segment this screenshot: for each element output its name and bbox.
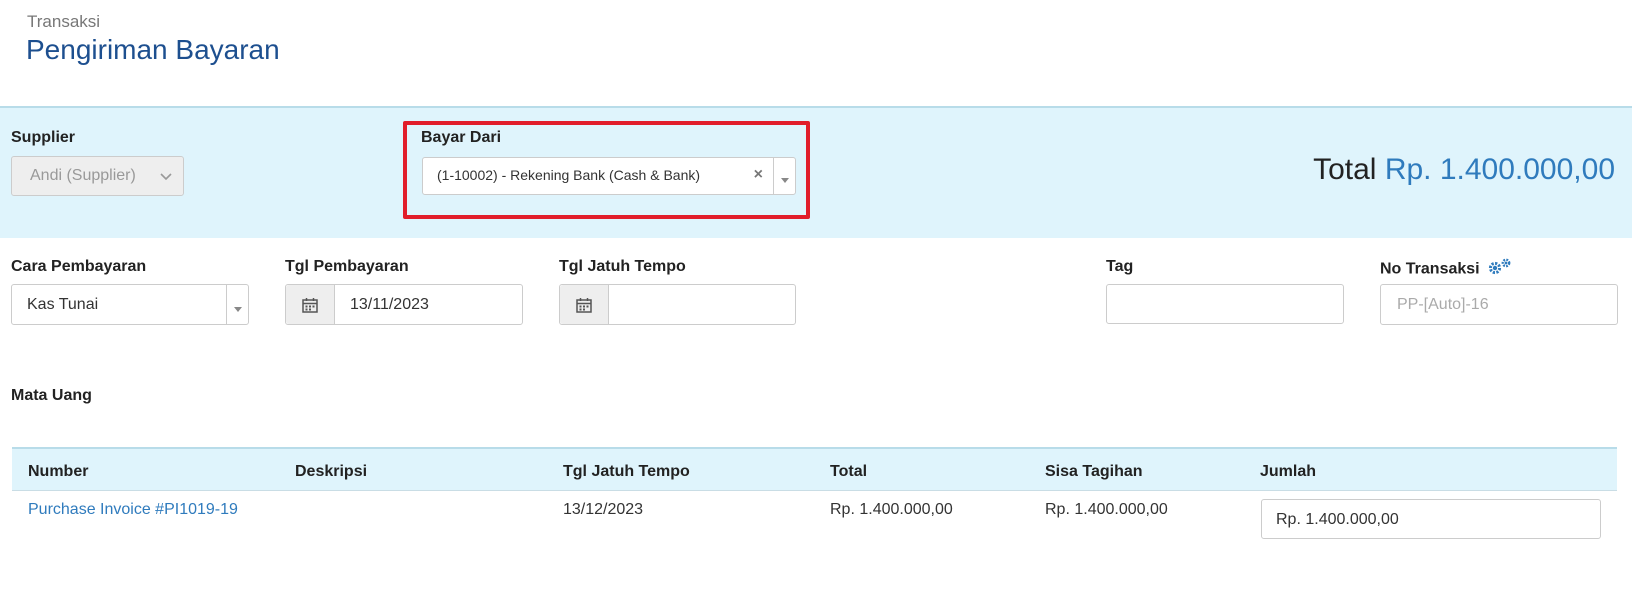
supplier-label: Supplier (11, 129, 76, 146)
calendar-icon[interactable] (560, 285, 609, 324)
bayar-dari-value: (1-10002) - Rekening Bank (Cash & Bank) (437, 167, 701, 183)
tgl-pembayaran-label: Tgl Pembayaran (285, 258, 409, 275)
no-transaksi-placeholder: PP-[Auto]-16 (1397, 296, 1489, 313)
chevron-down-icon[interactable] (780, 172, 790, 190)
tgl-jatuh-tempo-label: Tgl Jatuh Tempo (559, 258, 686, 275)
supplier-value: Andi (Supplier) (30, 167, 136, 184)
cara-pembayaran-label: Cara Pembayaran (11, 258, 147, 275)
row-total: Rp. 1.400.000,00 (830, 501, 953, 518)
no-transaksi-label-text: No Transaksi (1380, 260, 1480, 278)
select-divider (226, 285, 227, 324)
jumlah-input[interactable]: Rp. 1.400.000,00 (1261, 499, 1601, 539)
column-header-tgl-jatuh-tempo: Tgl Jatuh Tempo (563, 463, 690, 480)
cara-pembayaran-value: Kas Tunai (27, 296, 99, 313)
no-transaksi-label: No Transaksi (1380, 258, 1513, 281)
total-display: Total Rp. 1.400.000,00 (1313, 153, 1615, 187)
bayar-dari-select[interactable]: (1-10002) - Rekening Bank (Cash & Bank) … (422, 157, 796, 195)
total-label: Total (1313, 153, 1377, 186)
no-transaksi-input[interactable]: PP-[Auto]-16 (1380, 284, 1618, 325)
table-row: Purchase Invoice #PI1019-19 13/12/2023 R… (12, 491, 1617, 549)
invoice-link[interactable]: Purchase Invoice #PI1019-19 (28, 501, 238, 519)
mata-uang-label: Mata Uang (11, 387, 92, 404)
chevron-down-icon[interactable] (233, 301, 243, 319)
calendar-icon[interactable] (286, 285, 335, 324)
column-header-jumlah: Jumlah (1260, 463, 1317, 480)
chevron-down-icon (159, 169, 173, 188)
tgl-pembayaran-value: 13/11/2023 (350, 296, 429, 313)
total-amount: Rp. 1.400.000,00 (1384, 153, 1615, 186)
tag-input[interactable] (1106, 284, 1344, 324)
tgl-jatuh-tempo-field[interactable] (559, 284, 796, 325)
select-divider (773, 158, 774, 194)
page-title: Pengiriman Bayaran (26, 34, 280, 65)
row-sisa-tagihan: Rp. 1.400.000,00 (1045, 501, 1168, 518)
tgl-pembayaran-field[interactable]: 13/11/2023 (285, 284, 523, 325)
breadcrumb: Transaksi (27, 12, 101, 31)
cara-pembayaran-select[interactable]: Kas Tunai (11, 284, 249, 325)
column-header-sisa-tagihan: Sisa Tagihan (1045, 463, 1143, 480)
gear-icon[interactable] (1487, 258, 1513, 281)
clear-icon[interactable]: × (754, 166, 763, 184)
column-header-total: Total (830, 463, 868, 480)
table-header: Number Deskripsi Tgl Jatuh Tempo Total S… (12, 447, 1617, 491)
jumlah-value: Rp. 1.400.000,00 (1276, 511, 1399, 528)
row-tgl-jatuh-tempo: 13/12/2023 (563, 501, 644, 518)
column-header-deskripsi: Deskripsi (295, 463, 368, 480)
supplier-select[interactable]: Andi (Supplier) (11, 156, 184, 196)
tag-label: Tag (1106, 258, 1134, 275)
column-header-number: Number (28, 463, 89, 480)
